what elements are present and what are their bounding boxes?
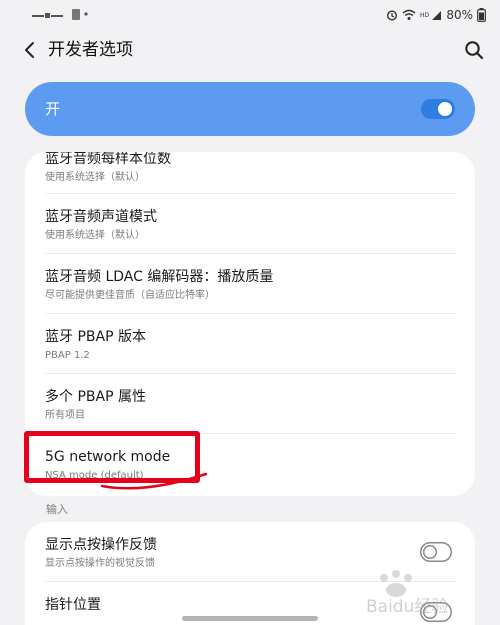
app-header: 开发者选项 [0, 30, 500, 70]
setting-title: 蓝牙音频每样本位数 [45, 152, 171, 167]
setting-bluetooth-channel-mode[interactable]: 蓝牙音频声道模式 使用系统选择（默认） [25, 194, 475, 254]
navigation-handle[interactable] [182, 616, 318, 621]
show-taps-toggle[interactable] [420, 542, 452, 562]
setting-title: 多个 PBAP 属性 [45, 389, 146, 405]
watermark-text: Baidu经验 [366, 597, 448, 617]
setting-subtitle: PBAP 1.2 [45, 350, 90, 361]
setting-subtitle: 使用系统选择（默认） [45, 172, 145, 183]
setting-multiple-pbap-attributes[interactable]: 多个 PBAP 属性 所有项目 [25, 374, 475, 434]
setting-title: 蓝牙 PBAP 版本 [45, 329, 146, 345]
setting-ldac-playback-quality[interactable]: 蓝牙音频 LDAC 编解码器：播放质量 尽可能提供更佳音质（自适应比特率） [25, 254, 475, 314]
setting-title: 蓝牙音频 LDAC 编解码器：播放质量 [45, 269, 274, 285]
setting-subtitle: 显示点按操作的视觉反馈 [45, 558, 155, 569]
master-toggle-on[interactable] [421, 99, 455, 119]
setting-title: 指针位置 [45, 597, 101, 613]
setting-bluetooth-pbap-version[interactable]: 蓝牙 PBAP 版本 PBAP 1.2 [25, 314, 475, 374]
setting-subtitle: 所有项目 [45, 410, 85, 421]
setting-title: 显示点按操作反馈 [45, 537, 157, 553]
underline-annotation [100, 472, 208, 490]
svg-text:HD: HD [420, 12, 430, 19]
page-title: 开发者选项 [48, 40, 133, 60]
setting-subtitle: 使用系统选择（默认） [45, 230, 145, 241]
back-arrow-icon[interactable] [18, 38, 42, 62]
master-switch-label: 开 [45, 100, 61, 118]
setting-subtitle: 尽可能提供更佳音质（自适应比特率） [45, 290, 215, 301]
status-icons: HD 80% [386, 7, 486, 23]
section-header-input: 输入 [46, 503, 68, 516]
battery-icon [477, 8, 486, 22]
baidu-watermark-logo: Baidu经验 [366, 570, 448, 617]
developer-options-master-switch[interactable]: 开 [25, 82, 475, 136]
status-bar: HD 80% [0, 0, 500, 30]
notification-icons [32, 9, 88, 20]
battery-percent: 80% [446, 8, 473, 22]
wifi-icon [402, 9, 416, 20]
search-icon[interactable] [462, 38, 486, 62]
hd-signal-icon: HD [420, 11, 442, 20]
alarm-icon [387, 10, 398, 21]
setting-title: 蓝牙音频声道模式 [45, 209, 157, 225]
